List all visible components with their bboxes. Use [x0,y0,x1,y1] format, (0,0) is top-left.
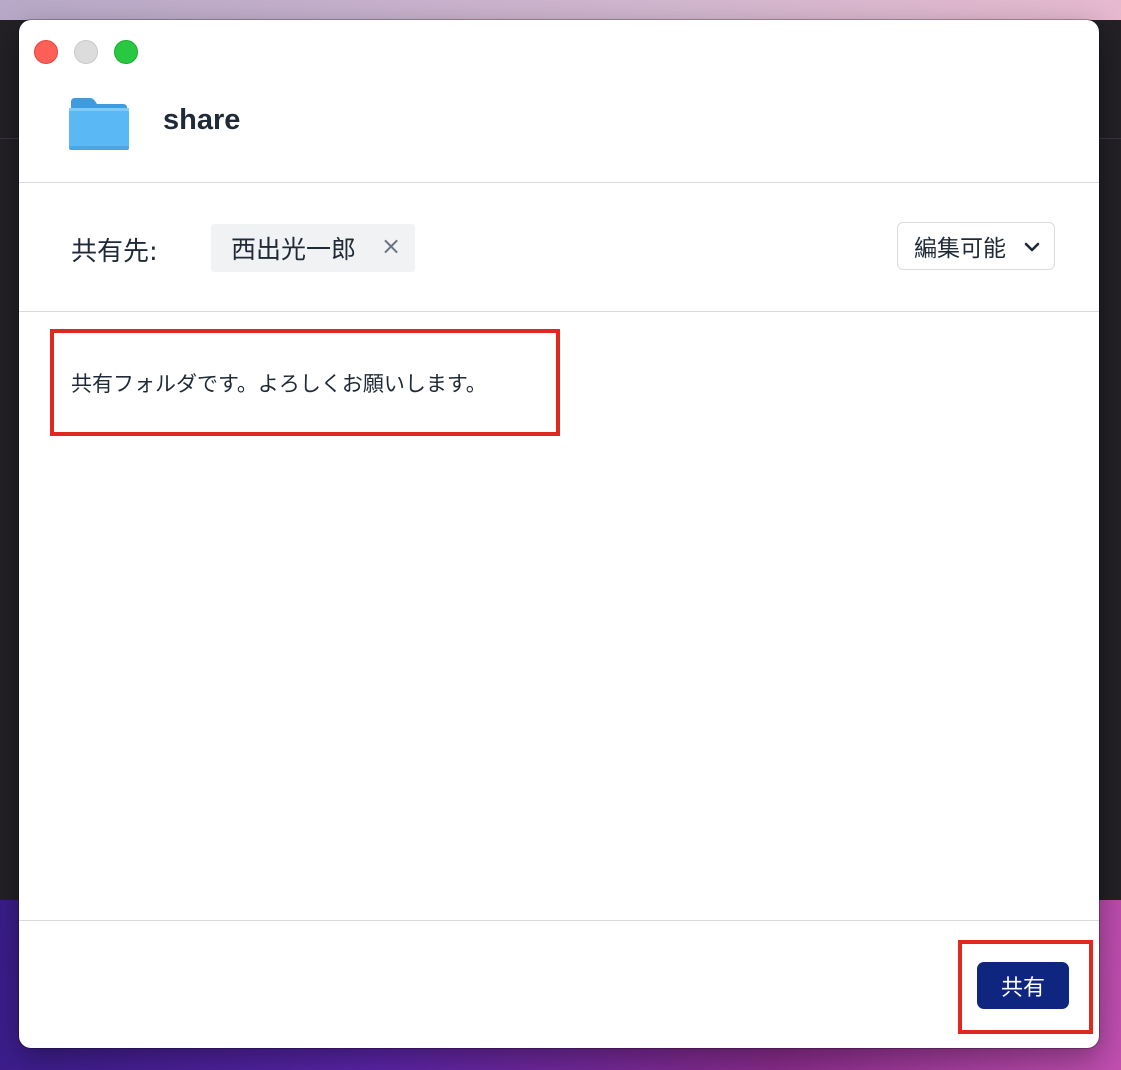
message-area[interactable]: 共有フォルダです。よろしくお願いします。 [19,312,1099,920]
window-controls [34,40,138,64]
share-recipients-row: 共有先: 西出光一郎 × 編集可能 [19,183,1099,311]
permission-dropdown[interactable]: 編集可能 [897,222,1055,270]
dialog-footer: 共有 [19,921,1099,1048]
folder-icon [69,98,129,150]
zoom-window-button[interactable] [114,40,138,64]
chevron-down-icon [1024,242,1040,252]
minimize-window-button[interactable] [74,40,98,64]
recipient-name: 西出光一郎 [231,235,357,264]
share-dialog: share 共有先: 西出光一郎 × 編集可能 共有フォルダです。よろしくお願い… [19,20,1099,1048]
permission-value: 編集可能 [914,236,1006,262]
desktop-wallpaper-top [0,0,1121,20]
share-to-label: 共有先: [71,237,158,267]
folder-title: share [163,104,241,136]
recipient-chip[interactable]: 西出光一郎 × [211,224,415,272]
message-highlight-box [50,329,560,436]
dialog-header: share [19,80,1099,182]
share-button-highlight-box [958,940,1093,1034]
close-icon[interactable]: × [379,234,403,258]
close-window-button[interactable] [34,40,58,64]
